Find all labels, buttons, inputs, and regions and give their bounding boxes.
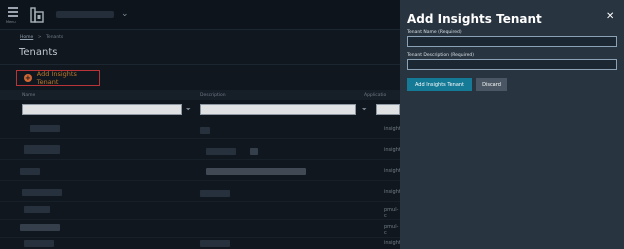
tenant-switcher-name[interactable] xyxy=(56,11,114,18)
app-logo-icon[interactable] xyxy=(30,7,44,23)
add-tenant-panel: Add Insights Tenant ✕ Tenant Name (Requi… xyxy=(400,0,624,249)
menu-icon-bar xyxy=(8,15,18,17)
column-header-name[interactable]: Name xyxy=(22,93,35,98)
add-insights-tenant-submit-button[interactable]: Add Insights Tenant xyxy=(407,78,472,91)
redacted-cell xyxy=(200,240,230,247)
redacted-cell xyxy=(200,127,210,134)
redacted-cell xyxy=(206,148,236,155)
table-row[interactable]: insights xyxy=(0,119,403,139)
menu-icon xyxy=(8,7,18,9)
discard-button[interactable]: Discard xyxy=(476,78,507,91)
column-header-description[interactable]: Description xyxy=(200,93,226,98)
redacted-cell xyxy=(24,240,54,247)
funnel-icon[interactable]: ⏷ xyxy=(186,106,191,114)
redacted-cell xyxy=(20,168,40,175)
table-row[interactable]: insights xyxy=(0,140,403,160)
tenant-description-field[interactable] xyxy=(407,59,617,70)
panel-title: Add Insights Tenant xyxy=(407,12,542,26)
table-row[interactable]: insights xyxy=(0,161,403,181)
column-header-application[interactable]: Applicatio xyxy=(364,93,386,98)
close-icon[interactable]: ✕ xyxy=(606,11,614,22)
breadcrumb-current: Tenants xyxy=(45,35,64,40)
menu-label: Menu xyxy=(6,20,16,24)
redacted-cell xyxy=(22,189,62,196)
table-row[interactable]: insights xyxy=(0,182,403,202)
add-button-label: Add Insights Tenant xyxy=(36,70,77,86)
redacted-cell xyxy=(250,148,258,155)
redacted-cell xyxy=(30,125,60,132)
tenant-name-field[interactable] xyxy=(407,36,617,47)
menu-icon-bar xyxy=(8,11,18,13)
application-filter-input[interactable] xyxy=(376,104,400,115)
table-row[interactable]: pmul-c xyxy=(0,200,400,220)
menu-button[interactable]: Menu xyxy=(6,5,22,25)
application-cell: pmul-c xyxy=(384,224,399,236)
redacted-cell xyxy=(20,224,60,231)
divider xyxy=(0,64,400,65)
add-insights-tenant-button[interactable]: + Add Insights Tenant xyxy=(16,70,100,86)
redacted-cell xyxy=(200,190,230,197)
tenant-name-label: Tenant Name (Required) xyxy=(407,30,462,35)
table-row[interactable]: insights xyxy=(0,236,403,249)
breadcrumb: Home > Tenants xyxy=(20,35,63,40)
plus-circle-icon: + xyxy=(24,74,32,82)
chevron-down-icon[interactable]: ⌄ xyxy=(121,9,129,19)
redacted-cell xyxy=(24,145,60,154)
page-title: Tenants xyxy=(19,47,58,58)
name-filter-input[interactable] xyxy=(22,104,182,115)
redacted-cell xyxy=(24,206,50,213)
table-row[interactable]: pmul-c xyxy=(0,218,400,238)
description-filter-input[interactable] xyxy=(200,104,356,115)
redacted-cell xyxy=(206,168,306,175)
breadcrumb-separator: > xyxy=(37,35,42,40)
funnel-icon[interactable]: ⏷ xyxy=(362,106,367,114)
tenant-description-label: Tenant Description (Required) xyxy=(407,53,475,58)
breadcrumb-home-link[interactable]: Home xyxy=(20,35,33,40)
